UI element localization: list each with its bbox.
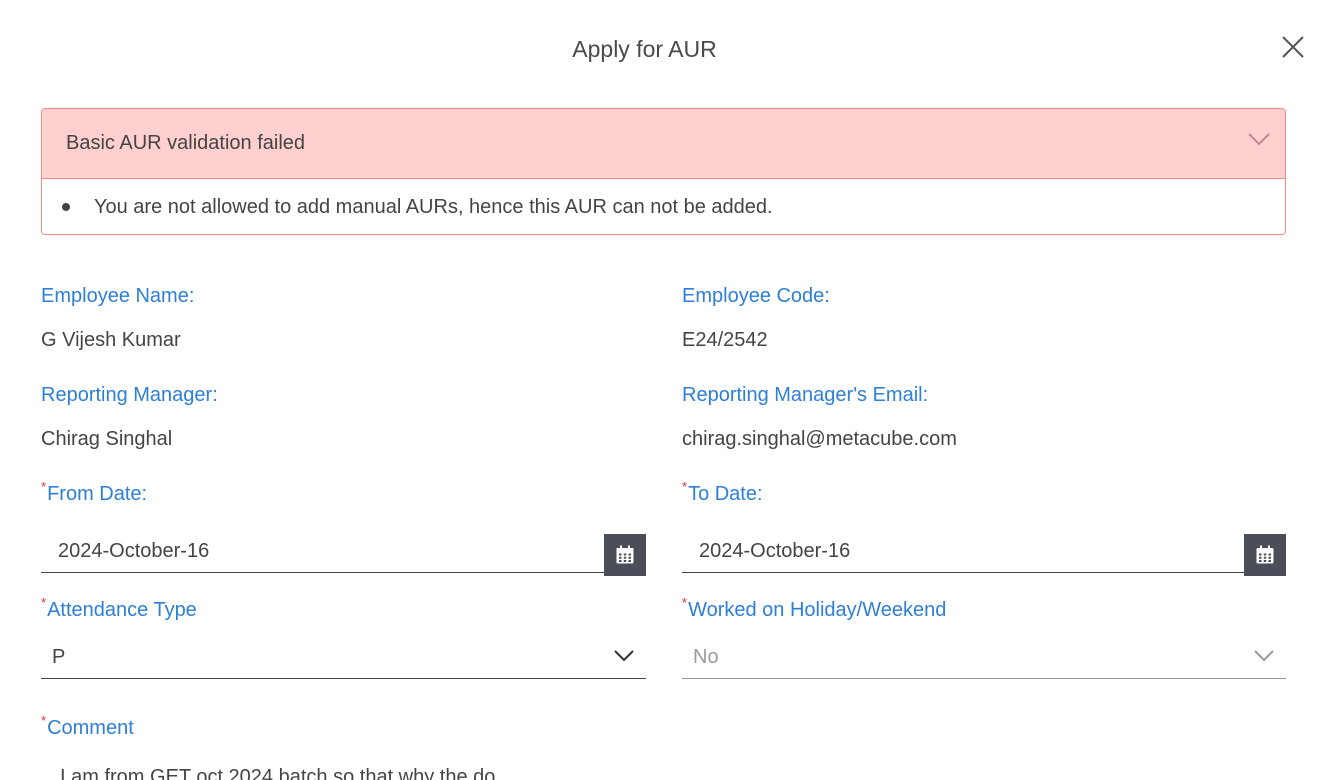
comment-label-text: Comment — [47, 717, 134, 739]
to-date-input[interactable]: 2024-October-16 — [682, 531, 1244, 573]
close-button[interactable] — [1280, 34, 1306, 60]
reporting-manager-label: Reporting Manager: — [41, 384, 218, 406]
dialog-title: Apply for AUR — [572, 36, 717, 62]
chevron-down-icon — [1248, 133, 1270, 146]
to-date-label-text: To Date: — [688, 483, 763, 505]
from-date-label: *From Date: — [41, 479, 148, 506]
required-mark: * — [41, 713, 47, 728]
alert-message: You are not allowed to add manual AURs, … — [94, 195, 773, 218]
worked-on-holiday-label: *Worked on Holiday/Weekend — [682, 595, 947, 622]
attendance-type-label: *Attendance Type — [41, 595, 197, 622]
required-mark: * — [682, 595, 688, 610]
attendance-type-label-text: Attendance Type — [47, 599, 197, 621]
required-mark: * — [41, 479, 47, 494]
calendar-icon — [1256, 545, 1274, 564]
reporting-manager-email-value: chirag.singhal@metacube.com — [682, 428, 957, 450]
required-mark: * — [682, 479, 688, 494]
bullet-icon — [62, 203, 70, 211]
required-mark: * — [41, 595, 47, 610]
chevron-down-icon — [1254, 650, 1274, 662]
employee-code-value: E24/2542 — [682, 329, 768, 351]
to-date-label: *To Date: — [682, 479, 763, 506]
from-date-input[interactable]: 2024-October-16 — [41, 531, 604, 573]
employee-name-label: Employee Name: — [41, 285, 195, 307]
worked-on-holiday-value: No — [693, 645, 719, 668]
attendance-type-select[interactable]: P — [41, 636, 646, 679]
reporting-manager-value: Chirag Singhal — [41, 428, 173, 450]
from-date-calendar-button[interactable] — [604, 534, 646, 576]
validation-alert: Basic AUR validation failed You are not … — [41, 108, 1286, 235]
employee-name-value: G Vijesh Kumar — [41, 329, 181, 351]
close-icon — [1282, 36, 1304, 58]
reporting-manager-email-label: Reporting Manager's Email: — [682, 384, 929, 406]
alert-body: You are not allowed to add manual AURs, … — [42, 179, 1285, 234]
comment-label: *Comment — [41, 713, 134, 740]
alert-header[interactable]: Basic AUR validation failed — [42, 109, 1285, 179]
alert-heading: Basic AUR validation failed — [66, 132, 306, 154]
from-date-label-text: From Date: — [47, 483, 148, 505]
apply-aur-dialog: Apply for AUR Basic AUR validation faile… — [0, 0, 1329, 780]
worked-on-holiday-label-text: Worked on Holiday/Weekend — [688, 599, 947, 621]
to-date-calendar-button[interactable] — [1244, 534, 1286, 576]
attendance-type-value: P — [52, 645, 66, 668]
comment-textarea[interactable]: I am from GET oct 2024 batch so that why… — [60, 766, 512, 780]
employee-code-label: Employee Code: — [682, 285, 830, 307]
calendar-icon — [616, 545, 634, 564]
worked-on-holiday-select: No — [682, 636, 1286, 679]
chevron-down-icon — [614, 650, 634, 662]
